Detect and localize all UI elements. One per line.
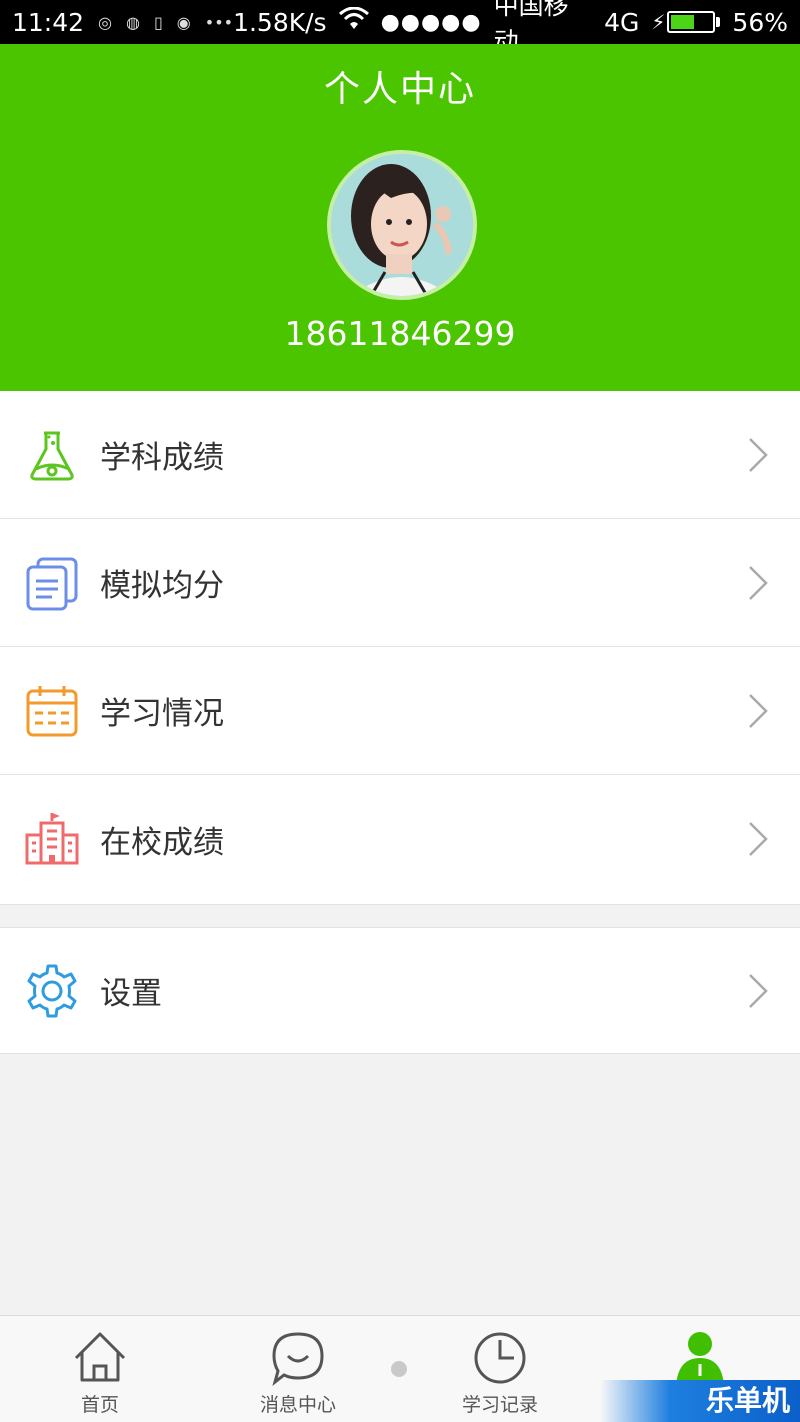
chevron-right-icon — [746, 691, 770, 731]
tab-home[interactable]: 首页 — [0, 1316, 200, 1422]
menu-item-subject-scores[interactable]: 学科成绩 — [0, 391, 800, 519]
shield-icon: ◎ — [98, 12, 113, 32]
menu-label: 设置 — [100, 976, 162, 1012]
network-type: 4G — [604, 7, 640, 37]
watermark: 乐单机 — [600, 1380, 800, 1422]
charging-icon: ⚡ — [651, 10, 666, 34]
more-notifications-icon: ••• — [204, 12, 234, 32]
tab-label: 首页 — [80, 1394, 119, 1416]
menu-item-study-status[interactable]: 学习情况 — [0, 647, 800, 775]
tab-study-record[interactable]: 学习记录 — [400, 1316, 600, 1422]
menu-group-main: 学科成绩 模拟均分 学习情况 在校成绩 — [0, 391, 800, 905]
calendar-notify-icon: ▯ — [153, 12, 163, 32]
page-title: 个人中心 — [323, 69, 476, 110]
tab-label: 消息中心 — [259, 1394, 336, 1416]
battery-icon: ⚡ — [651, 10, 721, 34]
phone-number: 18611846299 — [284, 314, 516, 353]
chevron-right-icon — [746, 563, 770, 603]
menu-item-mock-average[interactable]: 模拟均分 — [0, 519, 800, 647]
status-time: 11:42 — [12, 7, 85, 37]
app-notify-icon: ◉ — [176, 12, 191, 32]
profile-header: 个人中心 18611846299 — [0, 44, 800, 391]
notification-icons: ◎ ◍ ▯ ◉ ••• — [98, 13, 233, 32]
sync-icon: ◍ — [126, 12, 140, 32]
school-building-icon — [24, 811, 80, 867]
flask-icon — [24, 427, 80, 483]
menu-label: 学习情况 — [100, 696, 224, 732]
gear-icon — [24, 963, 80, 1019]
menu-label: 模拟均分 — [100, 568, 224, 604]
net-speed: 1.58K/s — [233, 7, 327, 37]
menu-group-settings: 设置 — [0, 927, 800, 1054]
floating-dot[interactable] — [391, 1361, 407, 1377]
chevron-right-icon — [746, 435, 770, 475]
documents-icon — [24, 555, 80, 611]
avatar[interactable] — [327, 150, 477, 300]
menu-item-settings[interactable]: 设置 — [0, 928, 800, 1053]
battery-percent: 56% — [732, 7, 788, 37]
chat-bubble-icon — [270, 1330, 326, 1386]
menu-label: 学科成绩 — [100, 440, 224, 476]
menu-item-school-scores[interactable]: 在校成绩 — [0, 775, 800, 903]
person-icon — [672, 1330, 728, 1386]
wifi-icon — [338, 6, 369, 37]
clock-icon — [472, 1330, 528, 1386]
status-bar: 11:42 ◎ ◍ ▯ ◉ ••• 1.58K/s ●●●●● 中国移动 4G … — [0, 0, 800, 56]
chevron-right-icon — [746, 971, 770, 1011]
menu-label: 在校成绩 — [100, 824, 224, 861]
signal-strength-icon: ●●●●● — [380, 9, 482, 35]
tab-messages[interactable]: 消息中心 — [198, 1316, 398, 1422]
chevron-right-icon — [746, 819, 770, 859]
home-icon — [72, 1330, 128, 1386]
tab-label: 学习记录 — [461, 1394, 538, 1416]
calendar-icon — [24, 683, 80, 739]
